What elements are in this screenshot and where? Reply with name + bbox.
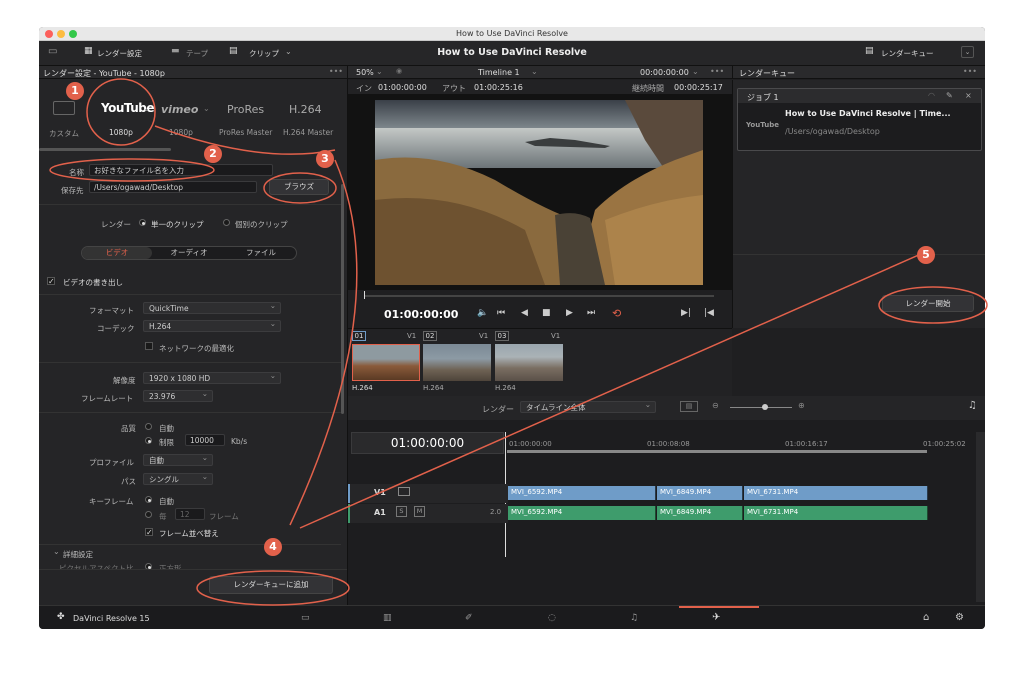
annotation-number: 1 xyxy=(66,82,84,100)
annotation-arrow xyxy=(154,125,336,155)
annotation-circle xyxy=(49,158,215,182)
annotation-number: 2 xyxy=(204,145,222,163)
annotation-arrow xyxy=(299,249,931,529)
annotation-number: 5 xyxy=(917,246,935,264)
annotation-circle xyxy=(86,78,156,146)
annotation-number: 3 xyxy=(316,150,334,168)
annotation-number: 4 xyxy=(264,538,282,556)
annotation-circle xyxy=(878,286,988,324)
annotation-circle xyxy=(263,172,337,204)
annotation-overlay xyxy=(49,78,988,606)
annotation-arrow xyxy=(289,159,358,526)
annotation-circle xyxy=(196,570,350,606)
